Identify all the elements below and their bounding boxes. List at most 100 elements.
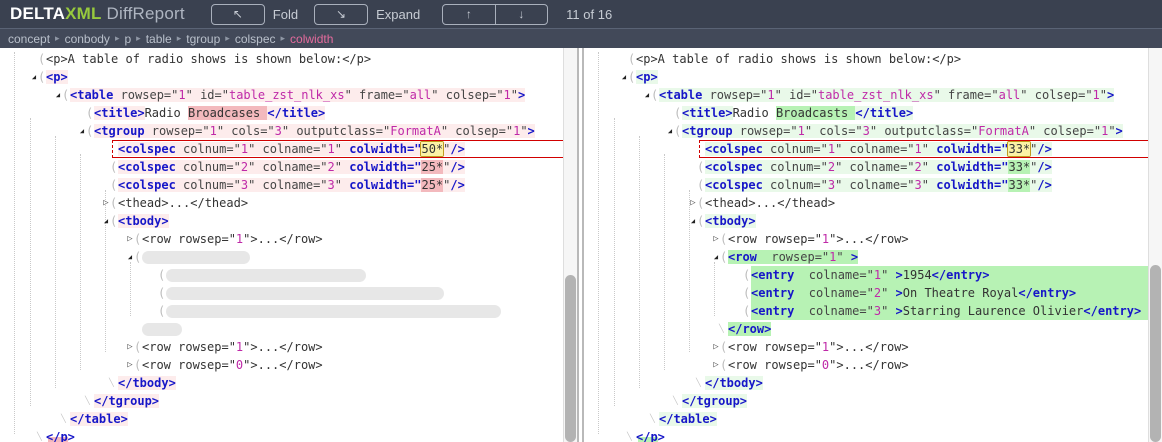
code-line: ╲</p>	[0, 428, 563, 442]
fold-handle[interactable]: (	[743, 284, 750, 302]
code-text: " colsep="	[431, 88, 503, 102]
code-text: " frame="	[934, 88, 999, 102]
attribute-value: 1	[915, 142, 922, 156]
code-text: " colsep="	[1020, 88, 1092, 102]
right-vertical-scrollbar	[1148, 48, 1162, 442]
fold-handle[interactable]: (	[86, 122, 93, 140]
fold-handle[interactable]: (	[651, 86, 658, 104]
fold-handle[interactable]: (	[110, 158, 117, 176]
code-text: ">...</row>	[243, 340, 322, 354]
breadcrumb-separator-icon: ▸	[112, 33, 123, 44]
fold-handle[interactable]: ╲	[61, 410, 66, 428]
next-diff-button[interactable]: ↓	[495, 5, 548, 24]
xml-tag: </table>	[659, 412, 717, 426]
xml-tag: </entry>	[932, 268, 990, 282]
code-text: colnum="	[763, 160, 828, 174]
code-text: On Theatre Royal	[903, 286, 1019, 300]
xml-tag: <colspec	[118, 160, 176, 174]
fold-handle[interactable]: ╲	[109, 374, 114, 392]
fold-handle[interactable]: (	[86, 104, 93, 122]
code-line: (	[0, 302, 563, 320]
breadcrumb-separator-icon: ▸	[174, 33, 185, 44]
breadcrumb-item-conbody[interactable]: conbody	[63, 32, 112, 46]
fold-handle[interactable]: (	[110, 194, 117, 212]
previous-diff-button[interactable]: ↑	[443, 5, 495, 24]
fold-handle[interactable]: (	[110, 212, 117, 230]
fold-handle[interactable]: (	[720, 248, 727, 266]
fold-handle[interactable]: ╲	[673, 392, 678, 410]
attribute-value: FormatA	[978, 124, 1029, 138]
fold-handle[interactable]: (	[158, 284, 165, 302]
breadcrumb-item-table[interactable]: table	[144, 32, 174, 46]
fold-handle[interactable]: (	[697, 176, 704, 194]
breadcrumb-item-current[interactable]: colwidth	[288, 32, 335, 46]
breadcrumb-item-tgroup[interactable]: tgroup	[184, 32, 222, 46]
fold-handle[interactable]: ╲	[37, 428, 42, 442]
fold-handle[interactable]: (	[697, 212, 704, 230]
fold-handle[interactable]: (	[720, 338, 727, 356]
code-text: 1954	[903, 268, 932, 282]
fold-handle[interactable]: (	[674, 122, 681, 140]
fold-handle[interactable]: (	[697, 158, 704, 176]
xml-tag: </tgroup>	[682, 394, 747, 408]
breadcrumb-item-concept[interactable]: concept	[6, 32, 52, 46]
app-logo: DELTAXML DiffReport	[10, 4, 185, 24]
code-text: colname="	[794, 268, 873, 282]
fold-handle[interactable]: (	[158, 302, 165, 320]
code-text: Starring Laurence Olivier	[903, 304, 1084, 318]
attribute-value: 1	[828, 142, 835, 156]
code-line: ╲</p>	[584, 428, 1148, 442]
code-text: rowsep="	[145, 124, 210, 138]
xml-tag: </entry>	[1018, 286, 1076, 300]
fold-handle[interactable]: (	[720, 356, 727, 374]
fold-handle[interactable]: (	[134, 248, 141, 266]
fold-handle[interactable]: ╲	[719, 320, 724, 338]
fold-handle[interactable]: (	[628, 50, 635, 68]
fold-handle[interactable]: (	[743, 302, 750, 320]
code-line: (<colspec colnum="2" colname="2" colwidt…	[0, 158, 563, 176]
fold-handle[interactable]: (	[743, 266, 750, 284]
diff-highlight: <colspec colnum="1" colname="1" colwidth…	[705, 142, 1052, 156]
fold-handle[interactable]: ╲	[650, 410, 655, 428]
breadcrumb-item-p[interactable]: p	[122, 32, 133, 46]
code-text: " colname="	[835, 160, 914, 174]
code-text: "	[335, 178, 349, 192]
xml-tag: />	[450, 142, 464, 156]
left-scrollbar-thumb[interactable]	[565, 275, 576, 442]
xml-tag: />	[450, 178, 464, 192]
code-text: "	[881, 304, 895, 318]
fold-handle[interactable]: (	[134, 356, 141, 374]
fold-handle[interactable]: (	[697, 194, 704, 212]
fold-handle[interactable]: (	[38, 50, 45, 68]
fold-handle[interactable]: (	[134, 230, 141, 248]
fold-handle[interactable]: (	[38, 68, 45, 86]
fold-button[interactable]: ↖	[211, 4, 265, 25]
fold-handle[interactable]: (	[134, 338, 141, 356]
xml-tag: </row>	[728, 322, 771, 336]
code-line: (<entry colname="3" >Starring Laurence O…	[584, 302, 1148, 320]
fold-handle[interactable]: (	[674, 104, 681, 122]
fold-handle[interactable]: ╲	[85, 392, 90, 410]
code-line: (<entry colname="1" >1954</entry>	[584, 266, 1148, 284]
fold-handle[interactable]: (	[720, 230, 727, 248]
added-block-highlight: <entry colname="2" >On Theatre Royal</en…	[751, 284, 1148, 302]
code-text: ">...</row>	[243, 358, 322, 372]
expand-button-label: Expand	[376, 7, 420, 22]
attribute-value: 3	[328, 178, 335, 192]
fold-handle[interactable]: (	[62, 86, 69, 104]
code-line: ▷(<thead>...</thead>	[0, 194, 563, 212]
fold-handle[interactable]: ╲	[696, 374, 701, 392]
code-line: ◢(	[0, 248, 563, 266]
attribute-value: 2	[828, 160, 835, 174]
diff-highlight: <table rowsep="1" id="table_zst_nlk_xs" …	[70, 88, 525, 102]
code-line: ◢(<p>	[584, 68, 1148, 86]
fold-handle[interactable]: (	[158, 266, 165, 284]
right-scrollbar-thumb[interactable]	[1150, 265, 1161, 442]
code-line: (	[0, 284, 563, 302]
breadcrumb-item-colspec[interactable]: colspec	[233, 32, 278, 46]
expand-button[interactable]: ↘	[314, 4, 368, 25]
fold-handle[interactable]: (	[110, 176, 117, 194]
fold-handle[interactable]: ╲	[627, 428, 632, 442]
attribute-value: table_zst_nlk_xs	[229, 88, 345, 102]
fold-handle[interactable]: (	[628, 68, 635, 86]
